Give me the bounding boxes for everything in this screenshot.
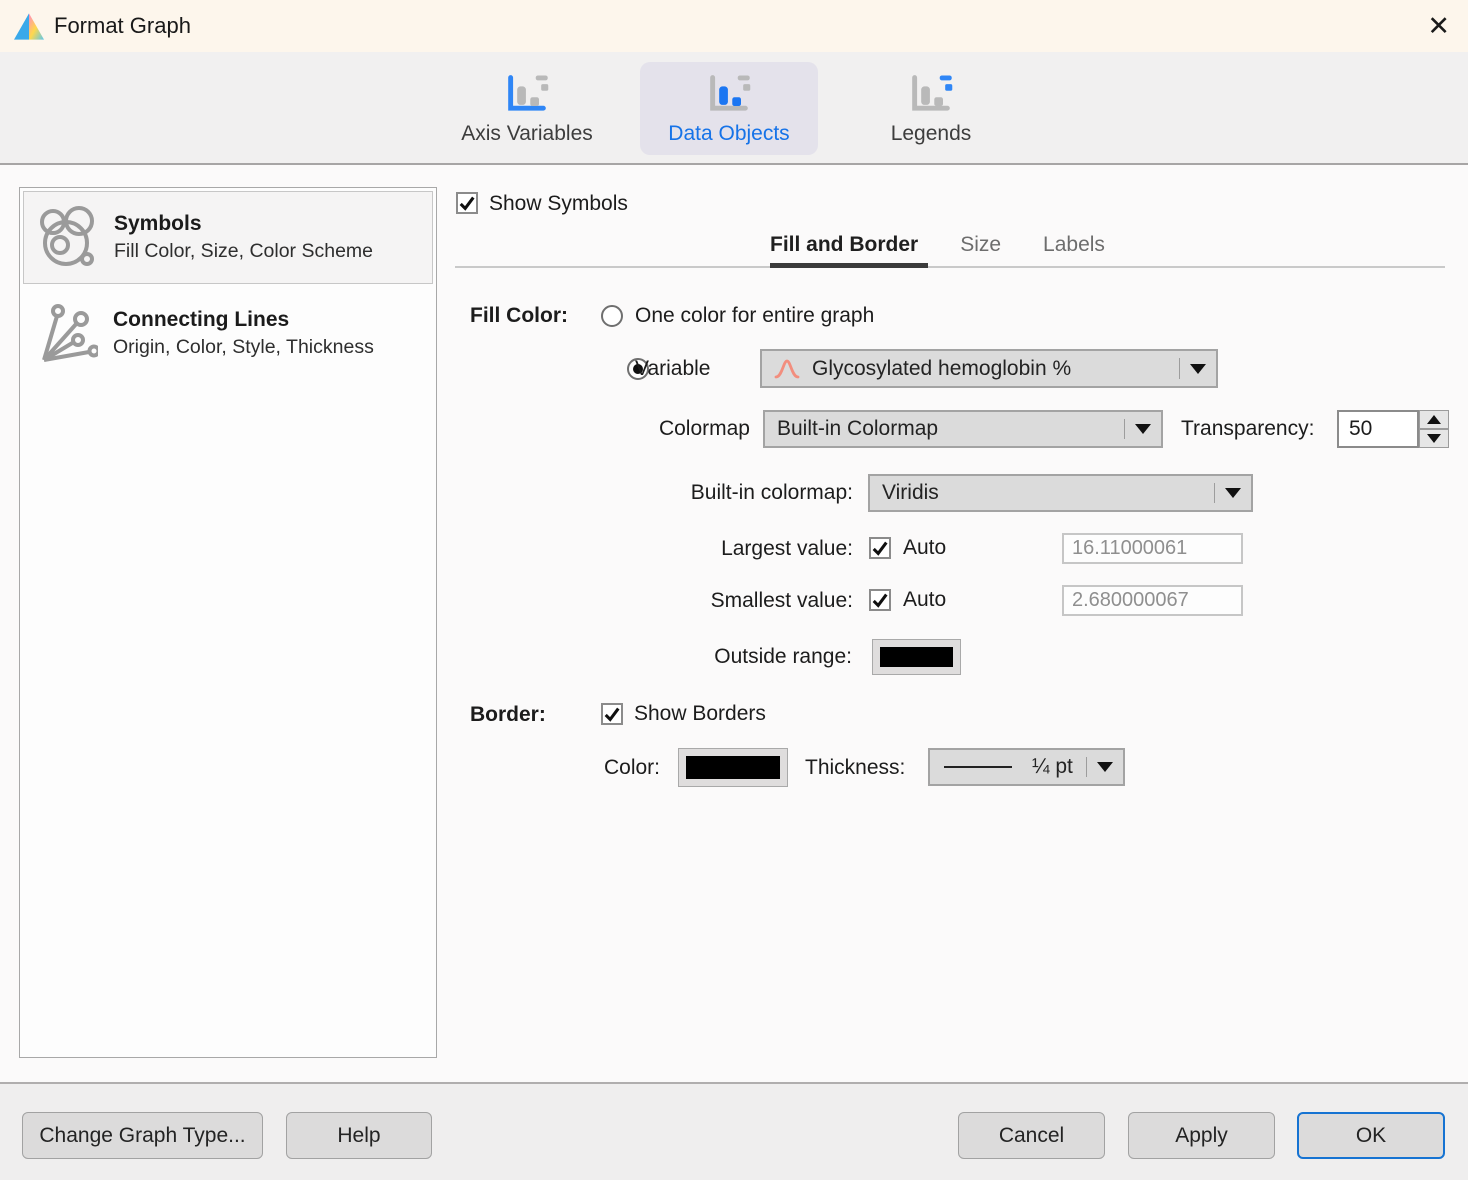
axis-variables-icon (503, 72, 551, 116)
line-sample (944, 766, 1012, 768)
sidebar-item-subtitle: Fill Color, Size, Color Scheme (114, 240, 373, 263)
transparency-label: Transparency: (1181, 417, 1314, 441)
tab-labels[interactable]: Labels (1043, 233, 1105, 257)
fill-color-section-label: Fill Color: (470, 304, 568, 328)
sidebar-item-symbols[interactable]: Symbols Fill Color, Size, Color Scheme (23, 191, 433, 284)
chevron-down-icon (1190, 364, 1206, 374)
largest-auto-checkbox[interactable] (869, 537, 891, 559)
format-graph-dialog: Format Graph ✕ Axis Variables (0, 0, 1468, 1180)
show-symbols-checkbox[interactable] (456, 192, 478, 214)
connecting-lines-icon (33, 302, 99, 366)
smallest-auto-label: Auto (903, 588, 946, 612)
builtin-colormap-label: Built-in colormap: (560, 481, 853, 505)
variable-dropdown[interactable]: Glycosylated hemoglobin % (760, 349, 1218, 388)
tab-label: Data Objects (668, 122, 789, 146)
tab-data-objects[interactable]: Data Objects (640, 62, 818, 155)
spinner-up-icon (1427, 415, 1441, 424)
spinner-down-icon (1427, 434, 1441, 443)
bell-curve-icon (774, 356, 800, 382)
tab-label: Axis Variables (461, 122, 593, 146)
cancel-button[interactable]: Cancel (958, 1112, 1105, 1159)
chevron-down-icon (1097, 762, 1113, 772)
one-color-radio[interactable] (601, 305, 623, 327)
sidebar-item-title: Connecting Lines (113, 308, 374, 332)
border-color-label: Color: (560, 756, 660, 780)
sidebar-item-title: Symbols (114, 212, 373, 236)
tab-label: Legends (891, 122, 972, 146)
colormap-label: Colormap (600, 417, 750, 441)
data-objects-icon (705, 72, 753, 116)
tab-legends[interactable]: Legends (842, 62, 1020, 155)
tab-axis-variables[interactable]: Axis Variables (438, 62, 616, 155)
object-list: Symbols Fill Color, Size, Color Scheme C (19, 187, 437, 1058)
change-graph-type-button[interactable]: Change Graph Type... (22, 1112, 263, 1159)
colormap-dropdown-value: Built-in Colormap (777, 417, 1124, 441)
largest-value-label: Largest value: (600, 537, 853, 561)
thickness-label: Thickness: (805, 756, 905, 780)
border-section-label: Border: (470, 703, 546, 727)
panel-tabs: Fill and Border Size Labels (770, 233, 1105, 257)
checkmark-icon (871, 591, 889, 609)
tab-separator (455, 266, 1445, 268)
smallest-auto-checkbox[interactable] (869, 589, 891, 611)
top-toolbar: Axis Variables Data Objects (0, 52, 1468, 165)
checkmark-icon (871, 539, 889, 557)
tab-size[interactable]: Size (960, 233, 1001, 257)
border-color-swatch[interactable] (678, 748, 788, 787)
spinner-up-button[interactable] (1419, 410, 1449, 429)
close-icon[interactable]: ✕ (1427, 8, 1450, 44)
title-bar: Format Graph ✕ (0, 0, 1468, 52)
show-symbols-label: Show Symbols (489, 192, 628, 216)
spinner-down-button[interactable] (1419, 429, 1449, 448)
ok-button[interactable]: OK (1297, 1112, 1445, 1159)
sidebar-item-connecting-lines[interactable]: Connecting Lines Origin, Color, Style, T… (23, 287, 433, 380)
symbols-icon (34, 206, 100, 270)
transparency-spinner: 50 (1337, 410, 1449, 448)
builtin-colormap-dropdown[interactable]: Viridis (868, 474, 1253, 512)
variable-dropdown-value: Glycosylated hemoglobin % (812, 357, 1179, 381)
colormap-dropdown[interactable]: Built-in Colormap (763, 410, 1163, 448)
variable-label: Variable (635, 357, 711, 381)
toolbar-tabs: Axis Variables Data Objects (438, 62, 1020, 155)
largest-auto-label: Auto (903, 536, 946, 560)
largest-value-field[interactable]: 16.11000061 (1062, 533, 1243, 564)
chevron-down-icon (1225, 488, 1241, 498)
help-button[interactable]: Help (286, 1112, 432, 1159)
thickness-value: ¼ pt (1032, 755, 1086, 779)
active-tab-underline (770, 263, 928, 268)
tab-fill-and-border[interactable]: Fill and Border (770, 233, 918, 257)
checkmark-icon (603, 705, 621, 723)
prism-logo-icon (14, 13, 44, 40)
window-title: Format Graph (54, 13, 191, 39)
apply-button[interactable]: Apply (1128, 1112, 1275, 1159)
transparency-input[interactable]: 50 (1337, 410, 1419, 448)
thickness-dropdown[interactable]: ¼ pt (928, 748, 1125, 786)
footer-bar: Change Graph Type... Help Cancel Apply O… (0, 1082, 1468, 1180)
builtin-colormap-value: Viridis (882, 481, 1214, 505)
legends-icon (907, 72, 955, 116)
checkmark-icon (458, 194, 476, 212)
smallest-value-field[interactable]: 2.680000067 (1062, 585, 1243, 616)
smallest-value-label: Smallest value: (600, 589, 853, 613)
chevron-down-icon (1135, 424, 1151, 434)
outside-range-color-swatch[interactable] (872, 639, 961, 675)
show-borders-checkbox[interactable] (601, 703, 623, 725)
one-color-label: One color for entire graph (635, 304, 874, 328)
show-borders-label: Show Borders (634, 702, 766, 726)
sidebar-item-subtitle: Origin, Color, Style, Thickness (113, 336, 374, 359)
outside-range-label: Outside range: (600, 645, 852, 669)
